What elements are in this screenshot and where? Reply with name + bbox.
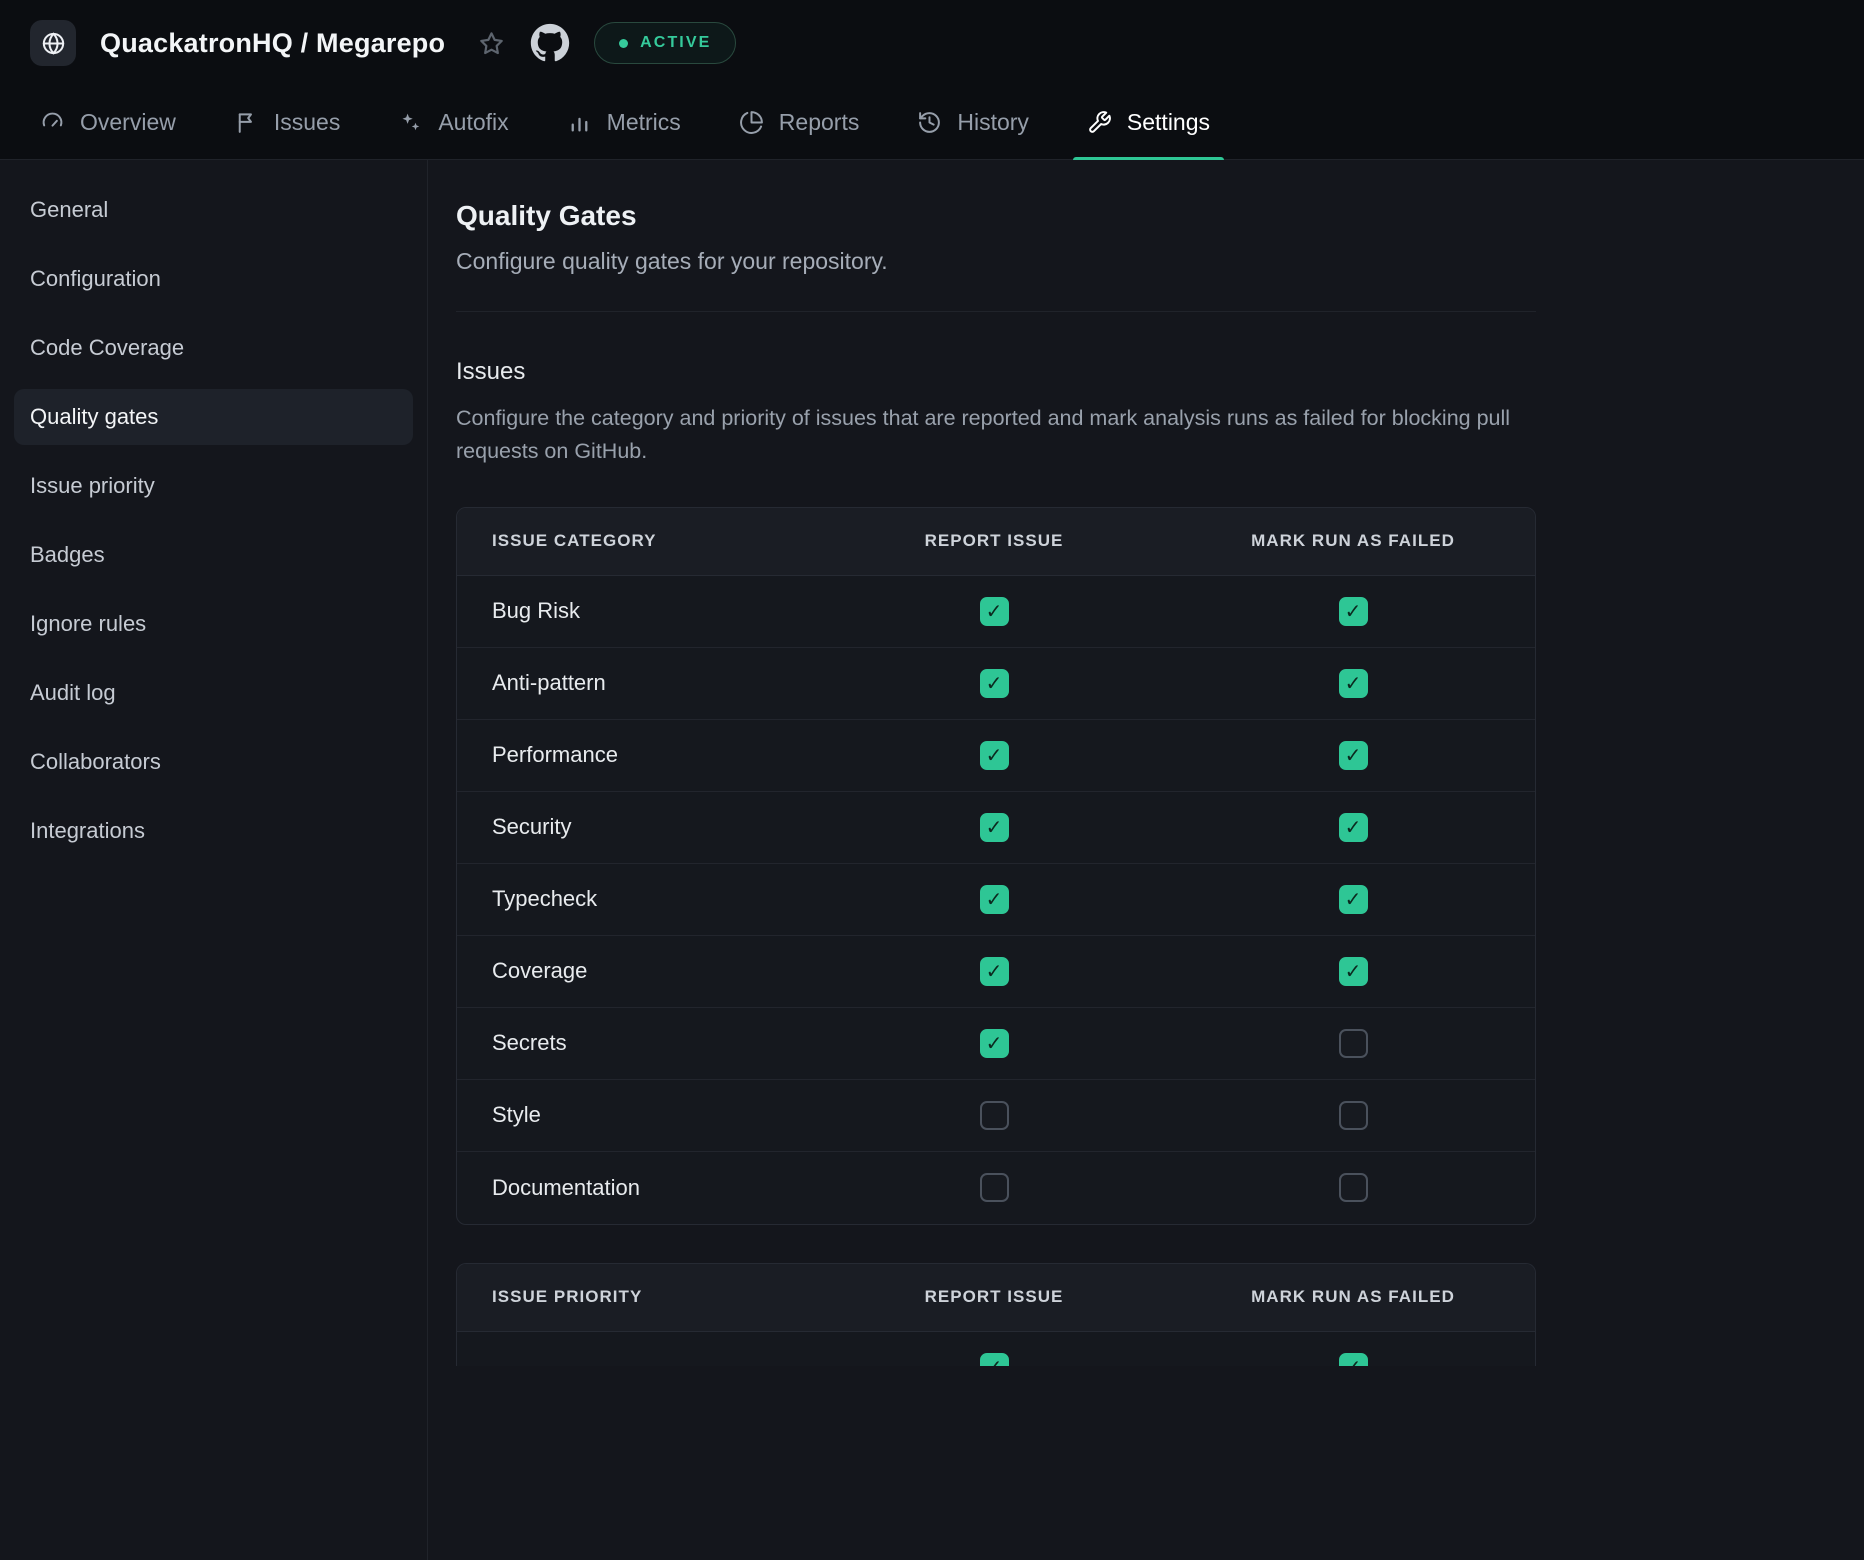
- table-row: [457, 1332, 1535, 1366]
- mark-failed-checkbox[interactable]: [1339, 597, 1368, 626]
- wrench-icon: [1087, 110, 1112, 135]
- clipped-row-region: [457, 1332, 1535, 1366]
- report-issue-checkbox[interactable]: [980, 885, 1009, 914]
- table-row: Anti-pattern: [457, 648, 1535, 720]
- pie-chart-icon: [739, 110, 764, 135]
- mark-failed-checkbox[interactable]: [1339, 813, 1368, 842]
- divider: [456, 311, 1536, 312]
- topbar: QuackatronHQ / Megarepo ACTIVE: [0, 0, 1864, 86]
- content-area: General Configuration Code Coverage Qual…: [0, 160, 1864, 1560]
- sidebar-item-code-coverage[interactable]: Code Coverage: [14, 320, 413, 376]
- sidebar-item-configuration[interactable]: Configuration: [14, 251, 413, 307]
- tab-settings[interactable]: Settings: [1087, 86, 1210, 159]
- table-row: Security: [457, 792, 1535, 864]
- github-icon[interactable]: [530, 23, 570, 63]
- globe-icon[interactable]: [30, 20, 76, 66]
- sidebar-item-integrations[interactable]: Integrations: [14, 803, 413, 859]
- table-row: Typecheck: [457, 864, 1535, 936]
- report-issue-checkbox[interactable]: [980, 957, 1009, 986]
- issues-section-heading: Issues: [456, 358, 1864, 386]
- table-header-row: ISSUE CATEGORY REPORT ISSUE MARK RUN AS …: [457, 508, 1535, 576]
- tab-autofix[interactable]: Autofix: [398, 86, 508, 159]
- tab-reports[interactable]: Reports: [739, 86, 860, 159]
- table-header-row: ISSUE PRIORITY REPORT ISSUE MARK RUN AS …: [457, 1264, 1535, 1332]
- column-header-issue-category: ISSUE CATEGORY: [457, 531, 817, 551]
- tab-issues[interactable]: Issues: [234, 86, 340, 159]
- column-header-mark-run-as-failed: MARK RUN AS FAILED: [1171, 531, 1535, 551]
- mark-failed-checkbox[interactable]: [1339, 885, 1368, 914]
- mark-failed-checkbox[interactable]: [1339, 957, 1368, 986]
- flag-icon: [234, 110, 259, 135]
- mark-failed-checkbox[interactable]: [1339, 1353, 1368, 1366]
- sparkles-icon: [398, 110, 423, 135]
- report-issue-checkbox[interactable]: [980, 1173, 1009, 1202]
- sidebar-item-ignore-rules[interactable]: Ignore rules: [14, 596, 413, 652]
- main-nav: Overview Issues Autofix Metrics Reports: [0, 86, 1864, 160]
- repo-title: QuackatronHQ / Megarepo: [100, 28, 445, 59]
- sidebar-item-issue-priority[interactable]: Issue priority: [14, 458, 413, 514]
- tab-history[interactable]: History: [917, 86, 1029, 159]
- status-dot-icon: [619, 39, 628, 48]
- issue-priority-table: ISSUE PRIORITY REPORT ISSUE MARK RUN AS …: [456, 1263, 1536, 1366]
- report-issue-checkbox[interactable]: [980, 669, 1009, 698]
- table-row: Secrets: [457, 1008, 1535, 1080]
- report-issue-checkbox[interactable]: [980, 1029, 1009, 1058]
- sidebar-item-audit-log[interactable]: Audit log: [14, 665, 413, 721]
- history-icon: [917, 110, 942, 135]
- gauge-icon: [40, 110, 65, 135]
- mark-failed-checkbox[interactable]: [1339, 741, 1368, 770]
- tab-metrics[interactable]: Metrics: [567, 86, 681, 159]
- mark-failed-checkbox[interactable]: [1339, 1029, 1368, 1058]
- status-badge: ACTIVE: [594, 22, 736, 64]
- mark-failed-checkbox[interactable]: [1339, 669, 1368, 698]
- table-row: Coverage: [457, 936, 1535, 1008]
- sidebar-item-general[interactable]: General: [14, 182, 413, 238]
- issues-section-description: Configure the category and priority of i…: [456, 402, 1536, 469]
- report-issue-checkbox[interactable]: [980, 597, 1009, 626]
- page-subtitle: Configure quality gates for your reposit…: [456, 248, 1864, 275]
- status-badge-label: ACTIVE: [640, 34, 711, 52]
- report-issue-checkbox[interactable]: [980, 813, 1009, 842]
- table-row: Documentation: [457, 1152, 1535, 1224]
- main-panel: Quality Gates Configure quality gates fo…: [428, 160, 1864, 1560]
- column-header-issue-priority: ISSUE PRIORITY: [457, 1287, 817, 1307]
- column-header-report-issue: REPORT ISSUE: [817, 531, 1171, 551]
- column-header-report-issue: REPORT ISSUE: [817, 1287, 1171, 1307]
- app-window: QuackatronHQ / Megarepo ACTIVE Overview …: [0, 0, 1864, 1560]
- star-icon[interactable]: [477, 29, 506, 58]
- report-issue-checkbox[interactable]: [980, 741, 1009, 770]
- table-row: Performance: [457, 720, 1535, 792]
- mark-failed-checkbox[interactable]: [1339, 1101, 1368, 1130]
- settings-sidebar: General Configuration Code Coverage Qual…: [0, 160, 428, 1560]
- sidebar-item-collaborators[interactable]: Collaborators: [14, 734, 413, 790]
- table-row: Bug Risk: [457, 576, 1535, 648]
- bar-chart-icon: [567, 110, 592, 135]
- page-title: Quality Gates: [456, 200, 1864, 232]
- report-issue-checkbox[interactable]: [980, 1353, 1009, 1366]
- tab-overview[interactable]: Overview: [40, 86, 176, 159]
- mark-failed-checkbox[interactable]: [1339, 1173, 1368, 1202]
- column-header-mark-run-as-failed: MARK RUN AS FAILED: [1171, 1287, 1535, 1307]
- sidebar-item-quality-gates[interactable]: Quality gates: [14, 389, 413, 445]
- table-row: Style: [457, 1080, 1535, 1152]
- sidebar-item-badges[interactable]: Badges: [14, 527, 413, 583]
- report-issue-checkbox[interactable]: [980, 1101, 1009, 1130]
- issue-category-table: ISSUE CATEGORY REPORT ISSUE MARK RUN AS …: [456, 507, 1536, 1225]
